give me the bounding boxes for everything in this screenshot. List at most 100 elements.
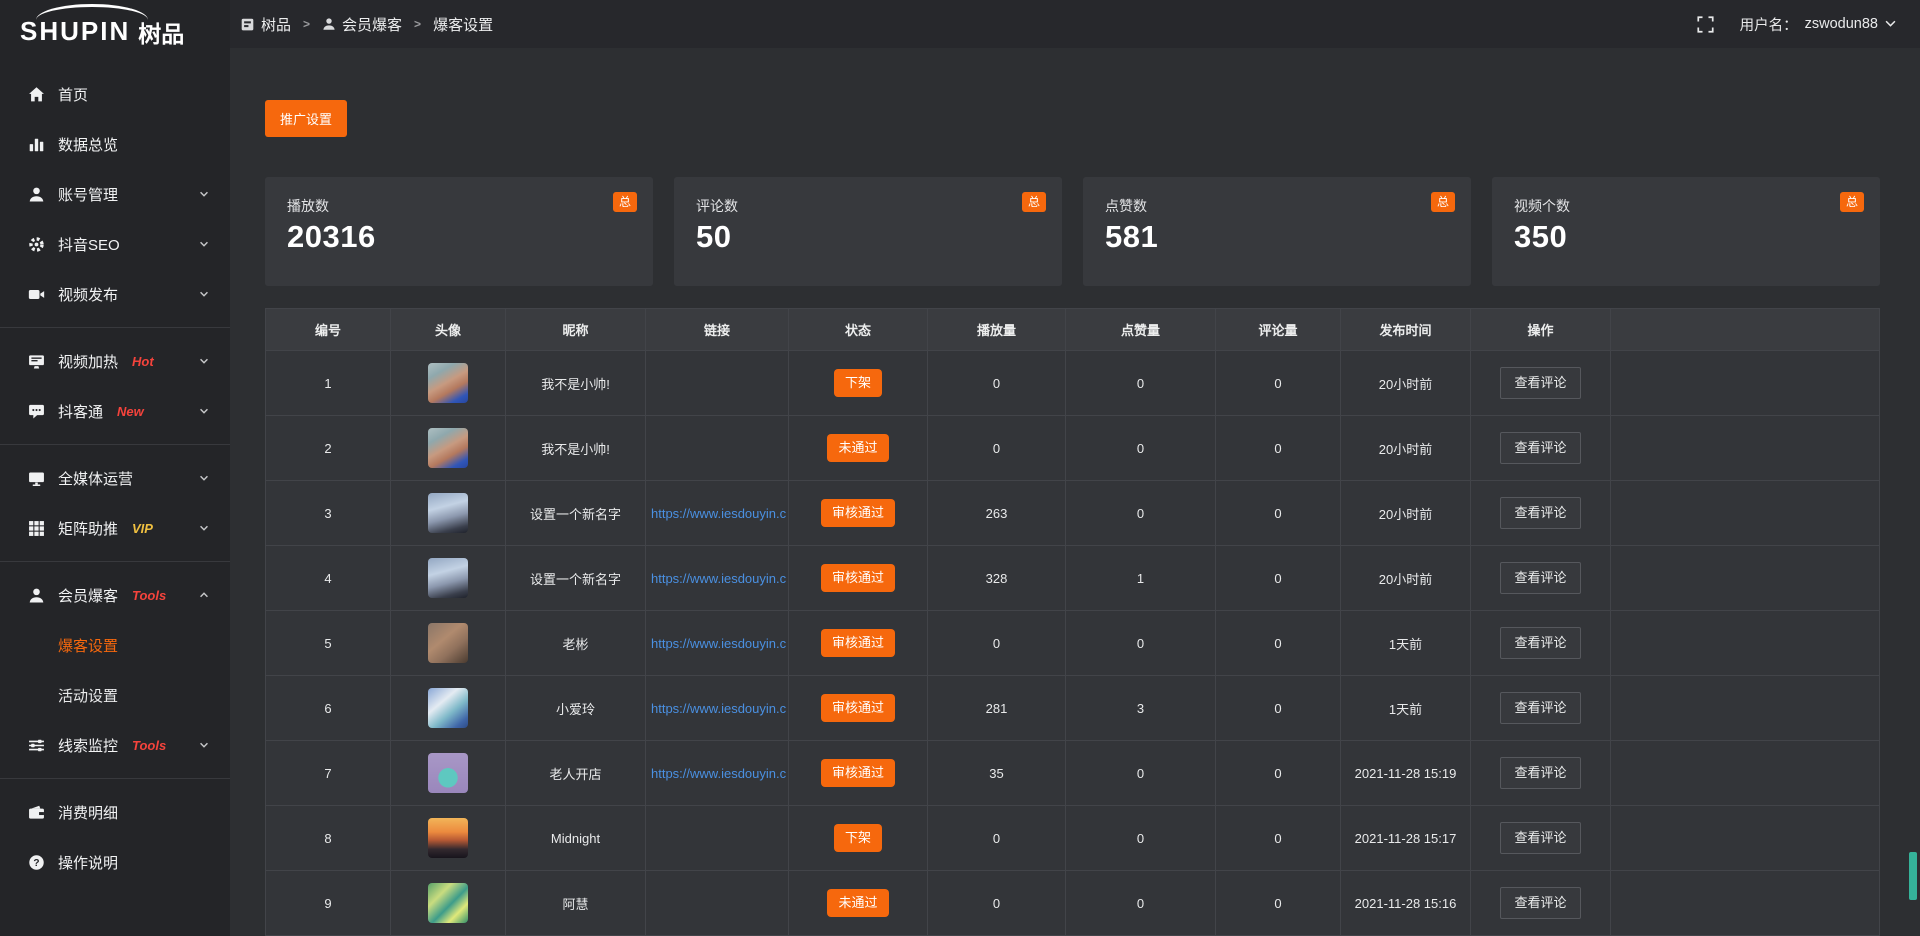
column-header: 播放量 xyxy=(928,309,1066,351)
sidebar-item-operation-guide[interactable]: ?操作说明 xyxy=(0,837,230,887)
cell-avatar xyxy=(391,546,506,611)
cell-link xyxy=(646,416,789,481)
breadcrumb-item-shupin[interactable]: 树品 xyxy=(240,14,291,35)
video-link[interactable]: https://www.iesdouyin.c xyxy=(646,571,788,586)
cell-likes: 0 xyxy=(1066,611,1216,676)
sidebar-item-video-publish[interactable]: 视频发布 xyxy=(0,269,230,319)
stat-card-label: 播放数 xyxy=(287,196,631,216)
person-icon xyxy=(322,17,336,31)
status-button[interactable]: 审核通过 xyxy=(821,499,895,527)
cell-likes: 0 xyxy=(1066,741,1216,806)
status-button[interactable]: 审核通过 xyxy=(821,759,895,787)
breadcrumb-label: 爆客设置 xyxy=(433,14,493,35)
table-body: 1我不是小帅!下架00020小时前查看评论2我不是小帅!未通过00020小时前查… xyxy=(266,351,1880,936)
column-header: 昵称 xyxy=(506,309,646,351)
view-comments-button[interactable]: 查看评论 xyxy=(1500,627,1580,659)
sidebar-item-label: 抖音SEO xyxy=(58,234,120,255)
cell-nickname: 设置一个新名字 xyxy=(506,481,646,546)
username-value: zswodun88 xyxy=(1805,16,1878,32)
promo-settings-button[interactable]: 推广设置 xyxy=(265,100,347,137)
stat-card-label: 评论数 xyxy=(696,196,1040,216)
cell-likes: 0 xyxy=(1066,871,1216,936)
view-comments-button[interactable]: 查看评论 xyxy=(1500,432,1580,464)
sidebar-item-home[interactable]: 首页 xyxy=(0,69,230,119)
status-button[interactable]: 未通过 xyxy=(827,889,888,917)
video-link[interactable]: https://www.iesdouyin.c xyxy=(646,701,788,716)
wallet-icon xyxy=(28,804,45,821)
cell-plays: 281 xyxy=(928,676,1066,741)
video-link[interactable]: https://www.iesdouyin.c xyxy=(646,636,788,651)
cell-nickname: 设置一个新名字 xyxy=(506,546,646,611)
view-comments-button[interactable]: 查看评论 xyxy=(1500,887,1580,919)
fullscreen-icon[interactable] xyxy=(1697,16,1714,33)
sidebar-subitem-activity-settings[interactable]: 活动设置 xyxy=(0,670,230,720)
cell-publish-time: 1天前 xyxy=(1341,676,1471,741)
cell-action: 查看评论 xyxy=(1471,416,1611,481)
cell-comments: 0 xyxy=(1216,741,1341,806)
cell-avatar xyxy=(391,871,506,936)
video-link[interactable]: https://www.iesdouyin.c xyxy=(646,766,788,781)
chart-icon xyxy=(28,136,45,153)
cell-nickname: 小爱玲 xyxy=(506,676,646,741)
sidebar-item-video-heating[interactable]: 视频加热Hot xyxy=(0,336,230,386)
status-button[interactable]: 审核通过 xyxy=(821,694,895,722)
sidebar-item-data-overview[interactable]: 数据总览 xyxy=(0,119,230,169)
sidebar-item-douketong[interactable]: 抖客通 New xyxy=(0,386,230,436)
cell-likes: 0 xyxy=(1066,416,1216,481)
column-header: 操作 xyxy=(1471,309,1611,351)
sidebar-item-clue-monitor[interactable]: 线索监控Tools xyxy=(0,720,230,770)
column-header: 发布时间 xyxy=(1341,309,1471,351)
status-button[interactable]: 下架 xyxy=(834,369,882,397)
cell-filler xyxy=(1611,676,1880,741)
sidebar-item-omni-media-operation[interactable]: 全媒体运营 xyxy=(0,453,230,503)
cell-plays: 328 xyxy=(928,546,1066,611)
avatar xyxy=(428,623,468,663)
view-comments-button[interactable]: 查看评论 xyxy=(1500,497,1580,529)
sidebar-item-douyin-seo[interactable]: 抖音SEO xyxy=(0,219,230,269)
cell-filler xyxy=(1611,546,1880,611)
sidebar-item-label: 视频发布 xyxy=(58,284,118,305)
cell-nickname: 老彬 xyxy=(506,611,646,676)
cell-comments: 0 xyxy=(1216,546,1341,611)
scrollbar-thumb[interactable] xyxy=(1909,852,1917,900)
video-link[interactable]: https://www.iesdouyin.c xyxy=(646,506,788,521)
cell-publish-time: 2021-11-28 15:17 xyxy=(1341,806,1471,871)
sidebar-item-matrix-boost[interactable]: 矩阵助推VIP xyxy=(0,503,230,553)
sidebar-item-badge: New xyxy=(117,404,144,419)
chevron-down-icon xyxy=(198,238,210,250)
main-content: 推广设置 播放数20316总评论数50总点赞数581总视频个数350总 编号头像… xyxy=(230,48,1920,936)
status-button[interactable]: 审核通过 xyxy=(821,629,895,657)
cell-link: https://www.iesdouyin.c xyxy=(646,676,789,741)
breadcrumb-label: 会员爆客 xyxy=(342,14,402,35)
status-button[interactable]: 审核通过 xyxy=(821,564,895,592)
table-row: 4设置一个新名字https://www.iesdouyin.c审核通过32810… xyxy=(266,546,1880,611)
status-button[interactable]: 下架 xyxy=(834,824,882,852)
stat-card-total-badge: 总 xyxy=(613,192,637,212)
caret-down-icon xyxy=(1885,20,1896,28)
sidebar-item-label: 抖客通 xyxy=(58,401,103,422)
stat-card-label: 点赞数 xyxy=(1105,196,1449,216)
cell-plays: 0 xyxy=(928,871,1066,936)
view-comments-button[interactable]: 查看评论 xyxy=(1500,692,1580,724)
status-button[interactable]: 未通过 xyxy=(827,434,888,462)
table-row: 6小爱玲https://www.iesdouyin.c审核通过281301天前查… xyxy=(266,676,1880,741)
logo[interactable]: SHUPIN 树品 xyxy=(0,0,230,55)
view-comments-button[interactable]: 查看评论 xyxy=(1500,822,1580,854)
cell-action: 查看评论 xyxy=(1471,481,1611,546)
view-comments-button[interactable]: 查看评论 xyxy=(1500,367,1580,399)
sidebar-item-account-management[interactable]: 账号管理 xyxy=(0,169,230,219)
sidebar-subitem-baoke-settings[interactable]: 爆客设置 xyxy=(0,620,230,670)
avatar xyxy=(428,363,468,403)
user-menu[interactable]: 用户名：zswodun88 xyxy=(1740,14,1896,35)
cell-plays: 35 xyxy=(928,741,1066,806)
table-row: 8Midnight下架0002021-11-28 15:17查看评论 xyxy=(266,806,1880,871)
breadcrumb-label: 树品 xyxy=(261,14,291,35)
breadcrumb-item-member-baoke[interactable]: 会员爆客 xyxy=(322,14,402,35)
sidebar-item-member-baoke[interactable]: 会员爆客Tools xyxy=(0,570,230,620)
view-comments-button[interactable]: 查看评论 xyxy=(1500,757,1580,789)
view-comments-button[interactable]: 查看评论 xyxy=(1500,562,1580,594)
cell-comments: 0 xyxy=(1216,871,1341,936)
cell-comments: 0 xyxy=(1216,676,1341,741)
cell-filler xyxy=(1611,871,1880,936)
sidebar-item-consumption-details[interactable]: 消费明细 xyxy=(0,787,230,837)
